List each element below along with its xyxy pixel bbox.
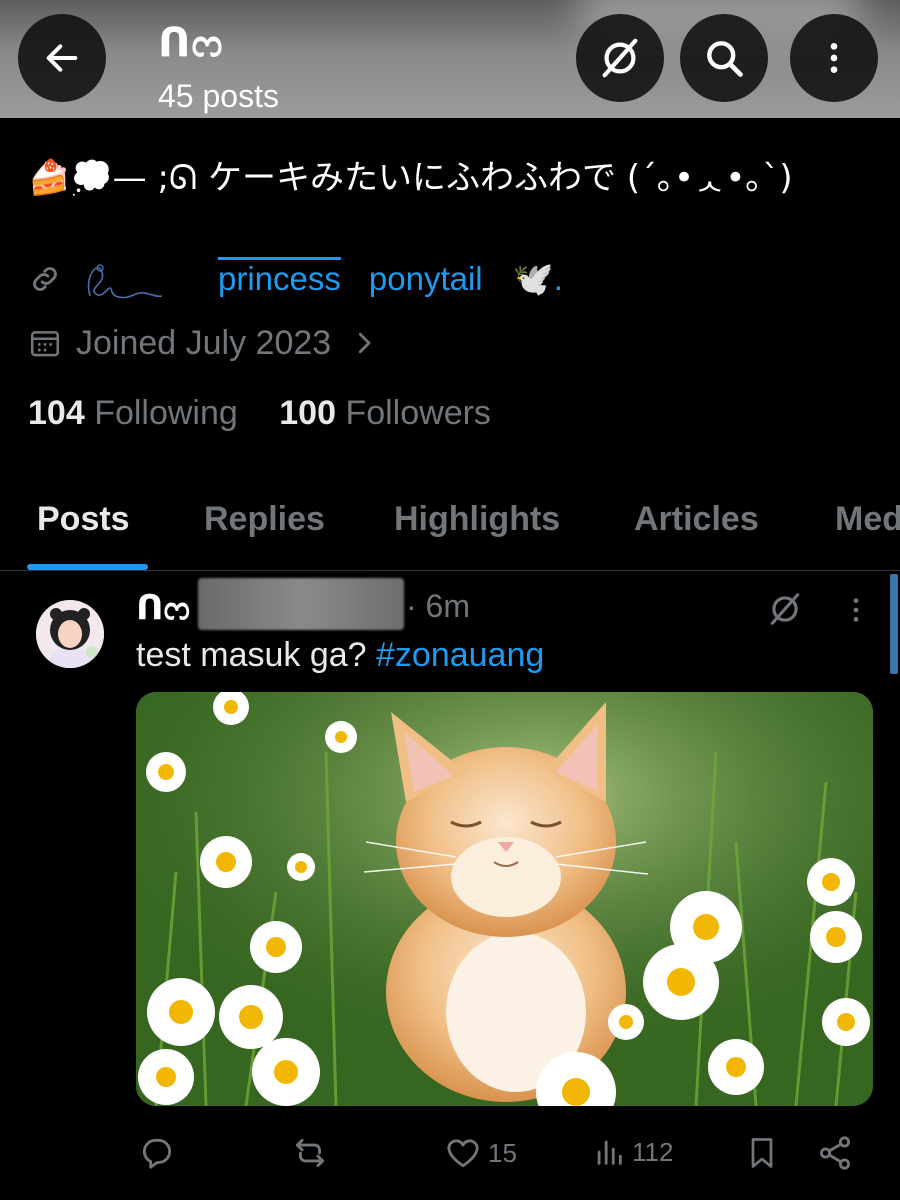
following-label: Following	[94, 394, 238, 432]
tab-posts[interactable]: Posts	[37, 500, 130, 539]
header-post-count: 45 posts	[158, 78, 279, 114]
profile-link-text-2[interactable]: ponytail	[369, 260, 483, 298]
profile-tabs: Posts Replies Highlights Articles Media	[0, 480, 900, 570]
reply-button[interactable]	[138, 1134, 182, 1172]
kitten-daisies-illustration	[136, 692, 873, 1106]
repost-button[interactable]	[290, 1134, 336, 1172]
scroll-indicator	[890, 574, 898, 674]
like-icon	[447, 1139, 479, 1168]
chevron-right-icon	[359, 332, 371, 354]
reply-icon	[142, 1138, 172, 1169]
tab-media[interactable]: Media	[835, 500, 900, 539]
tab-articles[interactable]: Articles	[634, 500, 759, 539]
tab-replies[interactable]: Replies	[204, 500, 325, 539]
followers-label: Followers	[345, 394, 491, 432]
no-grok-icon[interactable]	[766, 590, 804, 628]
header-display-name: ᑎᦂ	[158, 21, 224, 65]
joined-date: Joined July 2023	[76, 323, 332, 362]
follow-stats: 104 Following 100 Followers	[28, 394, 491, 433]
more-options-button[interactable]	[790, 14, 878, 102]
profile-link-text[interactable]: princess	[218, 260, 341, 298]
profile-header: ᑎᦂ 45 posts	[0, 0, 900, 118]
back-button[interactable]	[18, 14, 106, 102]
bookmark-button[interactable]	[744, 1134, 780, 1172]
avatar-image	[36, 600, 104, 668]
profile-bio: 🍰💭— ;ᘏ ケーキみたいにふわふわで (´｡•ᆺ•｡`)	[28, 158, 793, 198]
back-arrow-icon	[46, 44, 78, 72]
profile-link-row: princess ponytail 🕊️.	[28, 254, 563, 304]
post-text: test masuk ga? #zonauang	[136, 636, 544, 675]
grok-toggle-button[interactable]	[576, 14, 664, 102]
share-icon	[819, 1136, 851, 1170]
ribbon-doodle-icon	[87, 264, 163, 299]
post-timestamp[interactable]: · 6m	[406, 588, 470, 625]
share-button[interactable]	[816, 1134, 854, 1172]
search-icon	[707, 41, 743, 77]
post-body: test masuk ga?	[136, 636, 367, 674]
search-button[interactable]	[680, 14, 768, 102]
avatar[interactable]	[36, 600, 104, 668]
post-more-icon[interactable]	[840, 592, 872, 628]
tab-highlights[interactable]: Highlights	[394, 500, 560, 539]
post-media-image[interactable]	[136, 692, 873, 1106]
calendar-icon	[30, 331, 60, 357]
following-link[interactable]: 104 Following	[28, 394, 247, 432]
profile-joined-row[interactable]: Joined July 2023	[28, 318, 379, 368]
like-count: 15	[488, 1137, 517, 1168]
followers-count: 100	[279, 394, 336, 432]
tabs-divider	[0, 570, 900, 571]
post-author-name[interactable]: ᑎᦂ	[136, 588, 190, 630]
views-icon	[597, 1140, 622, 1165]
followers-link[interactable]: 100 Followers	[279, 394, 491, 432]
following-count: 104	[28, 394, 85, 432]
like-button[interactable]: 15	[444, 1134, 517, 1172]
views-button[interactable]: 112	[592, 1134, 673, 1170]
views-count: 112	[632, 1136, 674, 1167]
post-actions: 15 112	[0, 1120, 900, 1190]
more-vertical-icon	[830, 43, 838, 73]
post-author-handle-redacted	[198, 578, 404, 630]
no-grok-icon	[602, 38, 638, 78]
bookmark-icon	[751, 1138, 773, 1168]
repost-icon	[295, 1138, 325, 1168]
post-hashtag[interactable]: #zonauang	[376, 636, 544, 674]
link-icon	[33, 267, 57, 291]
dove-emoji: 🕊️.	[512, 259, 563, 297]
